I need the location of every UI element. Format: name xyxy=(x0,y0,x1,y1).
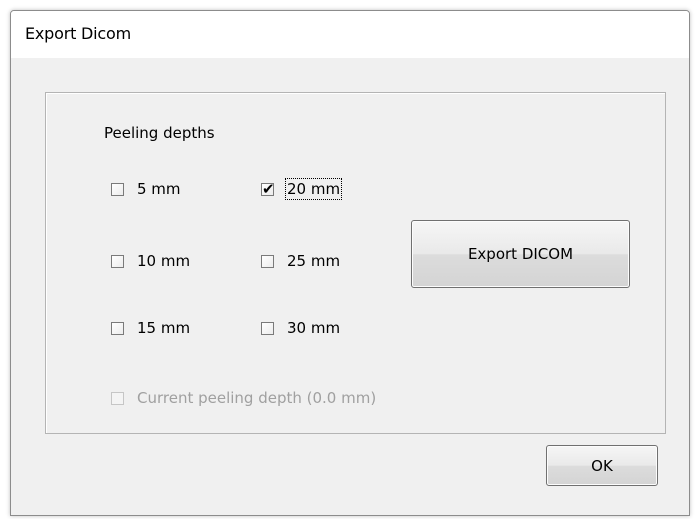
peeling-depths-label: Peeling depths xyxy=(104,124,215,142)
title-bar[interactable]: Export Dicom xyxy=(11,11,689,58)
checkbox-5mm[interactable]: 5 mm xyxy=(111,180,181,198)
checkbox-25mm-box[interactable] xyxy=(261,254,274,268)
checkbox-30mm-box[interactable] xyxy=(261,321,274,335)
ok-button[interactable]: OK xyxy=(546,445,658,486)
peeling-depths-group: Peeling depths 5 mm ✔ 20 mm 10 mm 25 mm xyxy=(45,92,666,434)
checkbox-15mm-box[interactable] xyxy=(111,321,124,335)
export-dicom-dialog: Export Dicom Peeling depths 5 mm ✔ 20 mm… xyxy=(10,10,690,516)
checkbox-current-peeling-depth-box[interactable] xyxy=(111,391,124,405)
export-dicom-button[interactable]: Export DICOM xyxy=(411,220,630,288)
checkbox-10mm[interactable]: 10 mm xyxy=(111,252,190,270)
ok-button-label: OK xyxy=(591,456,613,475)
checkbox-25mm-label: 25 mm xyxy=(287,252,341,270)
checkbox-current-peeling-depth[interactable]: Current peeling depth (0.0 mm) xyxy=(111,389,376,407)
checkbox-5mm-label: 5 mm xyxy=(137,180,181,198)
checkbox-20mm[interactable]: ✔ 20 mm xyxy=(261,178,343,200)
export-dicom-button-label: Export DICOM xyxy=(467,245,574,263)
checkbox-current-peeling-depth-label: Current peeling depth (0.0 mm) xyxy=(137,389,377,407)
checkbox-30mm-label: 30 mm xyxy=(287,319,341,337)
checkbox-25mm[interactable]: 25 mm xyxy=(261,252,340,270)
dialog-body: Peeling depths 5 mm ✔ 20 mm 10 mm 25 mm xyxy=(11,58,689,515)
checkbox-15mm[interactable]: 15 mm xyxy=(111,319,190,337)
checkbox-20mm-box[interactable]: ✔ xyxy=(261,180,275,198)
checkbox-5mm-box[interactable] xyxy=(111,182,124,196)
window-title: Export Dicom xyxy=(25,24,131,43)
check-icon: ✔ xyxy=(262,179,275,198)
checkbox-10mm-box[interactable] xyxy=(111,254,124,268)
checkbox-10mm-label: 10 mm xyxy=(137,252,191,270)
checkbox-20mm-label: 20 mm xyxy=(284,178,343,200)
checkbox-15mm-label: 15 mm xyxy=(137,319,191,337)
checkbox-30mm[interactable]: 30 mm xyxy=(261,319,340,337)
